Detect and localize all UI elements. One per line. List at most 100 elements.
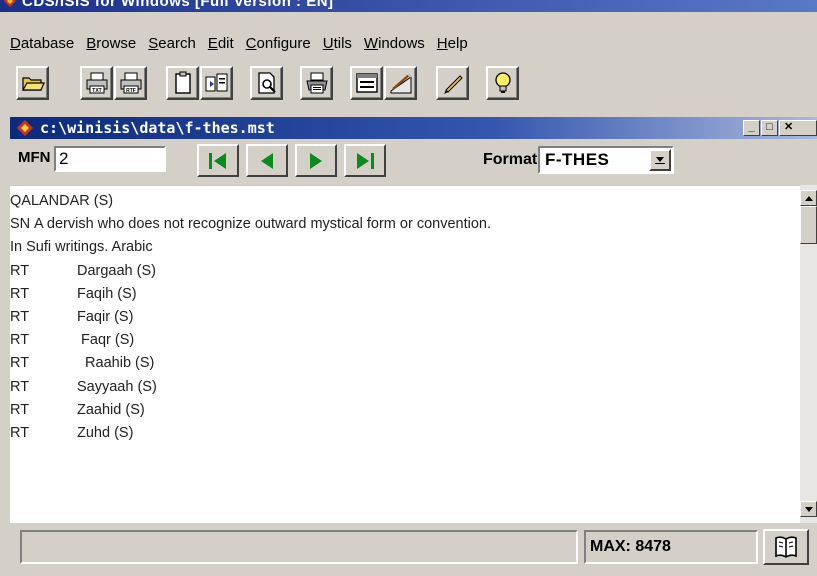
previous-record-button[interactable]	[246, 144, 288, 177]
menu-mnemonic: D	[10, 34, 21, 52]
scroll-up-icon	[804, 195, 813, 201]
scroll-down-icon	[804, 506, 813, 512]
print-rtf-button[interactable]: RTF	[114, 66, 147, 100]
print-txt-button[interactable]: TXT	[80, 66, 113, 100]
related-term-row: RT Faqir (S)	[10, 309, 491, 332]
pencil-icon	[443, 75, 463, 94]
format-dropdown-button[interactable]	[649, 149, 671, 171]
related-term-row: RT Faqih (S)	[10, 286, 491, 309]
scroll-thumb[interactable]	[800, 206, 817, 244]
print-txt-label: TXT	[92, 88, 101, 94]
menu-help[interactable]: Help	[437, 35, 468, 52]
next-record-button[interactable]	[295, 144, 337, 177]
last-record-button[interactable]	[344, 144, 386, 177]
related-tag: RT	[10, 285, 30, 302]
scope-note-continuation: In Sufi writings. Arabic	[10, 239, 153, 256]
related-term-row: RT Sayyaah (S)	[10, 379, 491, 402]
menu-edit[interactable]: Edit	[208, 35, 234, 52]
menu-configure[interactable]: Configure	[246, 35, 311, 52]
open-folder-icon	[21, 77, 45, 91]
mfn-label: MFN	[18, 149, 51, 166]
menu-label: rowse	[96, 34, 137, 52]
scope-tag: SN	[10, 216, 31, 233]
record-display: QALANDAR (S) SN A dervish who does not re…	[10, 185, 800, 523]
document-titlebar: c:\winisis\data\f-thes.mst _ □ ✕	[10, 117, 817, 139]
scope-note-text: A dervish who does not recognize outward…	[34, 216, 491, 233]
edit-record-button[interactable]	[384, 66, 417, 100]
menu-label: indows	[378, 34, 425, 52]
menu-mnemonic: H	[436, 34, 448, 52]
print-txt-icon: TXT	[86, 72, 107, 94]
record-heading: QALANDAR (S)	[10, 193, 114, 209]
menu-label: elp	[447, 34, 468, 52]
maximize-icon: □	[766, 121, 773, 133]
clipboard-icon	[174, 71, 191, 94]
related-term: Faqih (S)	[77, 285, 137, 302]
related-tag: RT	[10, 424, 30, 441]
vertical-scrollbar[interactable]	[800, 185, 817, 523]
related-term: Zuhd (S)	[77, 424, 134, 441]
open-database-button[interactable]	[16, 66, 49, 100]
menu-utils[interactable]: Utils	[323, 35, 352, 52]
preview-icon	[257, 72, 276, 94]
related-term: Sayyaah (S)	[77, 378, 157, 395]
format-select[interactable]: F-THES	[538, 146, 674, 174]
menu-database[interactable]: Database	[10, 35, 74, 52]
max-mfn-text: MAX: 8478	[590, 538, 671, 555]
pencil-button[interactable]	[436, 66, 469, 100]
print-rtf-icon: RTF	[120, 72, 141, 94]
scope-note-line: SN A dervish who does not recognize outwa…	[10, 216, 491, 239]
print-button[interactable]	[300, 66, 333, 100]
format-label: Format:	[483, 151, 543, 168]
menu-mnemonic: U	[322, 34, 334, 52]
mfn-input[interactable]: 2	[54, 146, 166, 172]
cds-isis-app-icon	[4, 0, 16, 7]
menu-label: tils	[333, 34, 352, 52]
related-term: Raahib (S)	[77, 355, 155, 372]
menu-label: dit	[217, 34, 234, 52]
related-term-row: RT Faqr (S)	[10, 332, 491, 355]
menu-mnemonic: W	[363, 34, 379, 52]
menu-mnemonic: S	[148, 34, 159, 52]
minimize-button[interactable]: _	[743, 120, 760, 136]
first-record-button[interactable]	[197, 144, 239, 177]
lightbulb-button[interactable]	[486, 66, 519, 100]
related-term: Faqr (S)	[77, 332, 135, 349]
open-book-icon	[775, 536, 797, 558]
first-record-icon	[209, 152, 226, 169]
scroll-up-button[interactable]	[800, 190, 817, 206]
related-term: Faqir (S)	[77, 308, 134, 325]
format-value: F-THES	[545, 150, 610, 169]
copy-record-button[interactable]	[200, 66, 233, 100]
menu-browse[interactable]: Browse	[86, 35, 136, 52]
form-icon	[355, 73, 378, 93]
related-tag: RT	[10, 332, 30, 349]
menu-label: earch	[158, 34, 196, 52]
form-button[interactable]	[350, 66, 383, 100]
menu-windows[interactable]: Windows	[364, 35, 425, 52]
related-tag: RT	[10, 262, 30, 279]
scroll-down-button[interactable]	[800, 501, 817, 517]
status-message-field	[20, 530, 578, 564]
maximize-button[interactable]: □	[761, 120, 778, 136]
print-preview-button[interactable]	[250, 66, 283, 100]
menu-search[interactable]: Search	[148, 35, 196, 52]
close-button[interactable]: ✕	[779, 120, 817, 136]
app-titlebar: CDS/ISIS for Windows [Full Version : EN]	[0, 0, 817, 12]
related-term: Dargaah (S)	[77, 262, 156, 279]
dictionary-button[interactable]	[763, 529, 809, 565]
related-tag: RT	[10, 401, 30, 418]
related-tag: RT	[10, 355, 30, 372]
menu-mnemonic: B	[86, 34, 97, 52]
related-term-row: RT Zaahid (S)	[10, 402, 491, 425]
menu-label: onfigure	[256, 34, 311, 52]
statusbar: MAX: 8478	[10, 523, 817, 576]
close-icon: ✕	[784, 121, 794, 133]
copy-record-icon	[205, 73, 227, 92]
clipboard-button[interactable]	[166, 66, 199, 100]
app-title: CDS/ISIS for Windows [Full Version : EN]	[22, 0, 334, 10]
related-term-row: RT Raahib (S)	[10, 355, 491, 378]
lightbulb-icon	[494, 72, 511, 93]
toolbar: TXT RTF	[0, 64, 817, 110]
menu-mnemonic: E	[207, 34, 218, 52]
